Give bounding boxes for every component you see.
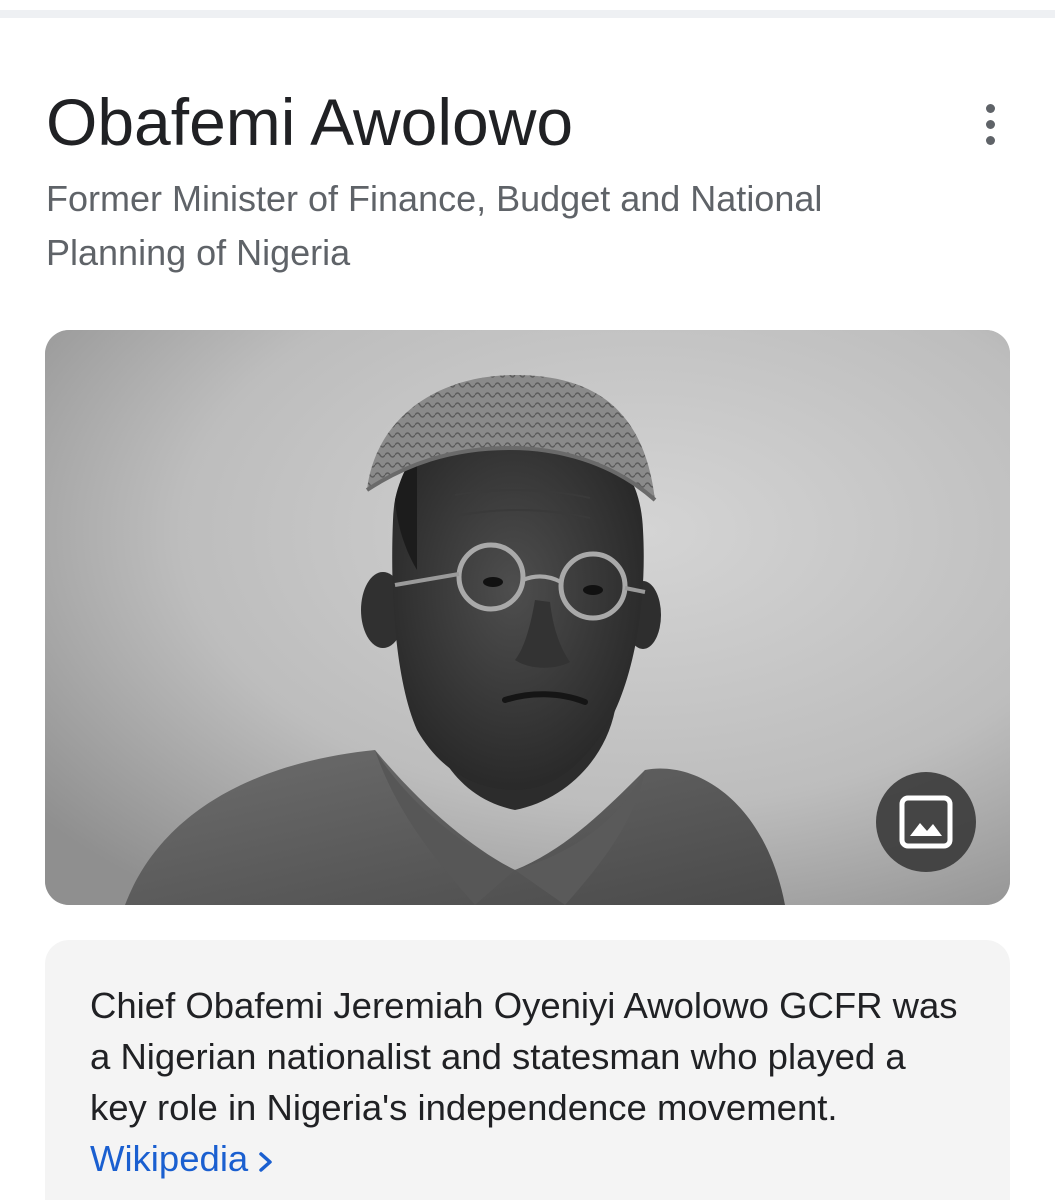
more-options-button[interactable] (964, 98, 1016, 150)
more-vert-icon (985, 103, 995, 113)
more-vert-icon-dot (985, 119, 995, 129)
wikipedia-link-label: Wikipedia (90, 1138, 249, 1179)
top-divider (0, 10, 1055, 18)
wikipedia-link[interactable]: Wikipedia (90, 1138, 274, 1179)
portrait-illustration (45, 330, 1010, 905)
portrait-image[interactable] (45, 330, 1010, 905)
entity-subtitle: Former Minister of Finance, Budget and N… (46, 178, 823, 273)
image-icon (899, 795, 953, 849)
more-vert-icon-dot (985, 135, 995, 145)
chevron-right-icon (258, 1136, 274, 1187)
description-text: Chief Obafemi Jeremiah Oyeniyi Awolowo G… (90, 980, 970, 1187)
entity-title: Obafemi Awolowo (46, 85, 574, 159)
description-body: Chief Obafemi Jeremiah Oyeniyi Awolowo G… (90, 985, 958, 1128)
view-images-button[interactable] (876, 772, 976, 872)
description-card: Chief Obafemi Jeremiah Oyeniyi Awolowo G… (45, 940, 1010, 1200)
